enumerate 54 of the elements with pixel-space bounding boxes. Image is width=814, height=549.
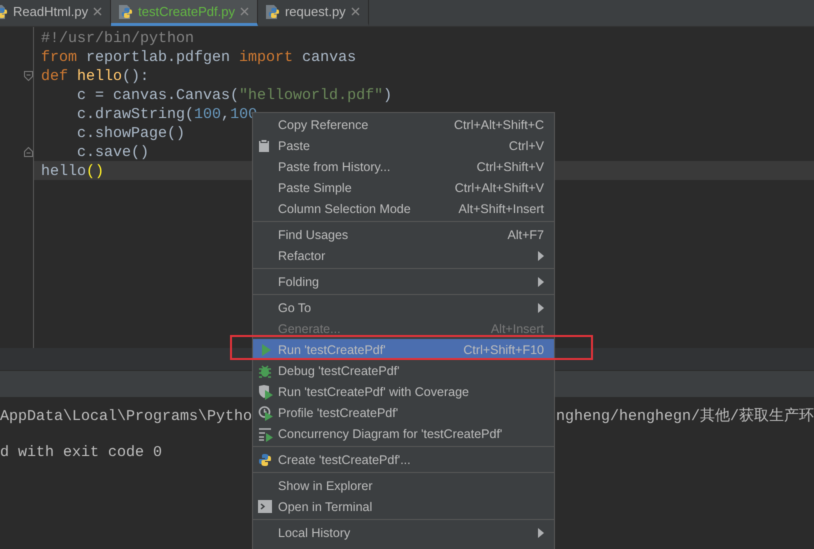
close-icon[interactable] xyxy=(350,7,360,16)
shortcut-label: Ctrl+Alt+Shift+C xyxy=(454,118,544,132)
code-line: c = canvas.Canvas("helloworld.pdf") xyxy=(76,87,392,104)
shortcut-label: Ctrl+Shift+V xyxy=(476,160,544,174)
submenu-arrow-icon xyxy=(538,528,544,538)
menu-item[interactable]: Run 'testCreatePdf' with Coverage xyxy=(253,381,554,402)
fold-marker-icon[interactable] xyxy=(24,146,33,156)
menu-item[interactable]: Concurrency Diagram for 'testCreatePdf' xyxy=(253,423,554,444)
menu-item[interactable]: Local History xyxy=(253,522,554,543)
code-line: c.save() xyxy=(76,144,150,161)
menu-item[interactable]: Create 'testCreatePdf'... xyxy=(253,449,554,470)
menu-item[interactable]: Refactor xyxy=(253,245,554,266)
menu-item[interactable]: Column Selection Mode Alt+Shift+Insert xyxy=(253,198,554,219)
clipboard-icon xyxy=(258,138,270,152)
console-output-line: d with exit code 0 xyxy=(0,443,162,462)
submenu-arrow-icon xyxy=(538,276,544,286)
profile-run-icon xyxy=(258,404,274,420)
submenu-arrow-icon xyxy=(538,302,544,312)
python-icon xyxy=(258,452,272,466)
menu-item[interactable]: Profile 'testCreatePdf' xyxy=(253,402,554,423)
coverage-run-icon xyxy=(258,384,274,400)
menu-item[interactable]: Paste from History... Ctrl+Shift+V xyxy=(253,156,554,177)
shortcut-label: Ctrl+Shift+F10 xyxy=(463,342,544,356)
menu-item[interactable]: Go To xyxy=(253,297,554,318)
menu-item[interactable]: Show in Explorer xyxy=(253,475,554,496)
menu-item[interactable]: Paste Simple Ctrl+Alt+Shift+V xyxy=(253,177,554,198)
python-file-icon xyxy=(117,4,134,20)
shortcut-label: Alt+Insert xyxy=(490,322,544,336)
code-line: from reportlab.pdfgen import canvas xyxy=(41,49,356,66)
python-file-icon xyxy=(264,4,280,20)
submenu-arrow-icon xyxy=(538,250,544,260)
shortcut-label: Alt+Shift+Insert xyxy=(458,202,544,216)
code-line: def hello(): xyxy=(41,68,150,85)
editor-tab[interactable]: ReadHtml.py xyxy=(0,0,112,26)
fold-marker-icon[interactable] xyxy=(24,70,33,80)
close-icon[interactable] xyxy=(93,7,102,16)
menu-item[interactable]: Debug 'testCreatePdf' xyxy=(253,360,554,381)
shortcut-label: Alt+F7 xyxy=(508,228,544,242)
console-output-line: ngheng/henghegn/其他/获取生产环 xyxy=(556,407,814,426)
menu-item[interactable]: Paste Ctrl+V xyxy=(253,135,554,156)
shortcut-label: Ctrl+V xyxy=(508,138,544,152)
menu-item[interactable]: Find Usages Alt+F7 xyxy=(253,224,554,245)
terminal-icon xyxy=(258,500,272,513)
editor-tab[interactable]: testCreatePdf.py xyxy=(111,0,258,26)
concurrency-icon xyxy=(258,426,274,442)
menu-item[interactable]: Copy Reference Ctrl+Alt+Shift+C xyxy=(253,114,554,135)
shortcut-label: Ctrl+Alt+Shift+V xyxy=(454,180,544,194)
code-line: c.showPage() xyxy=(76,125,186,142)
menu-item[interactable]: Folding xyxy=(253,271,554,292)
code-line: #!/usr/bin/python xyxy=(41,30,194,47)
menu-item[interactable]: Open in Terminal xyxy=(253,496,554,517)
close-icon[interactable] xyxy=(240,7,249,16)
console-output-line: AppData\Local\Programs\Pytho xyxy=(0,407,252,426)
bug-icon xyxy=(258,364,272,378)
